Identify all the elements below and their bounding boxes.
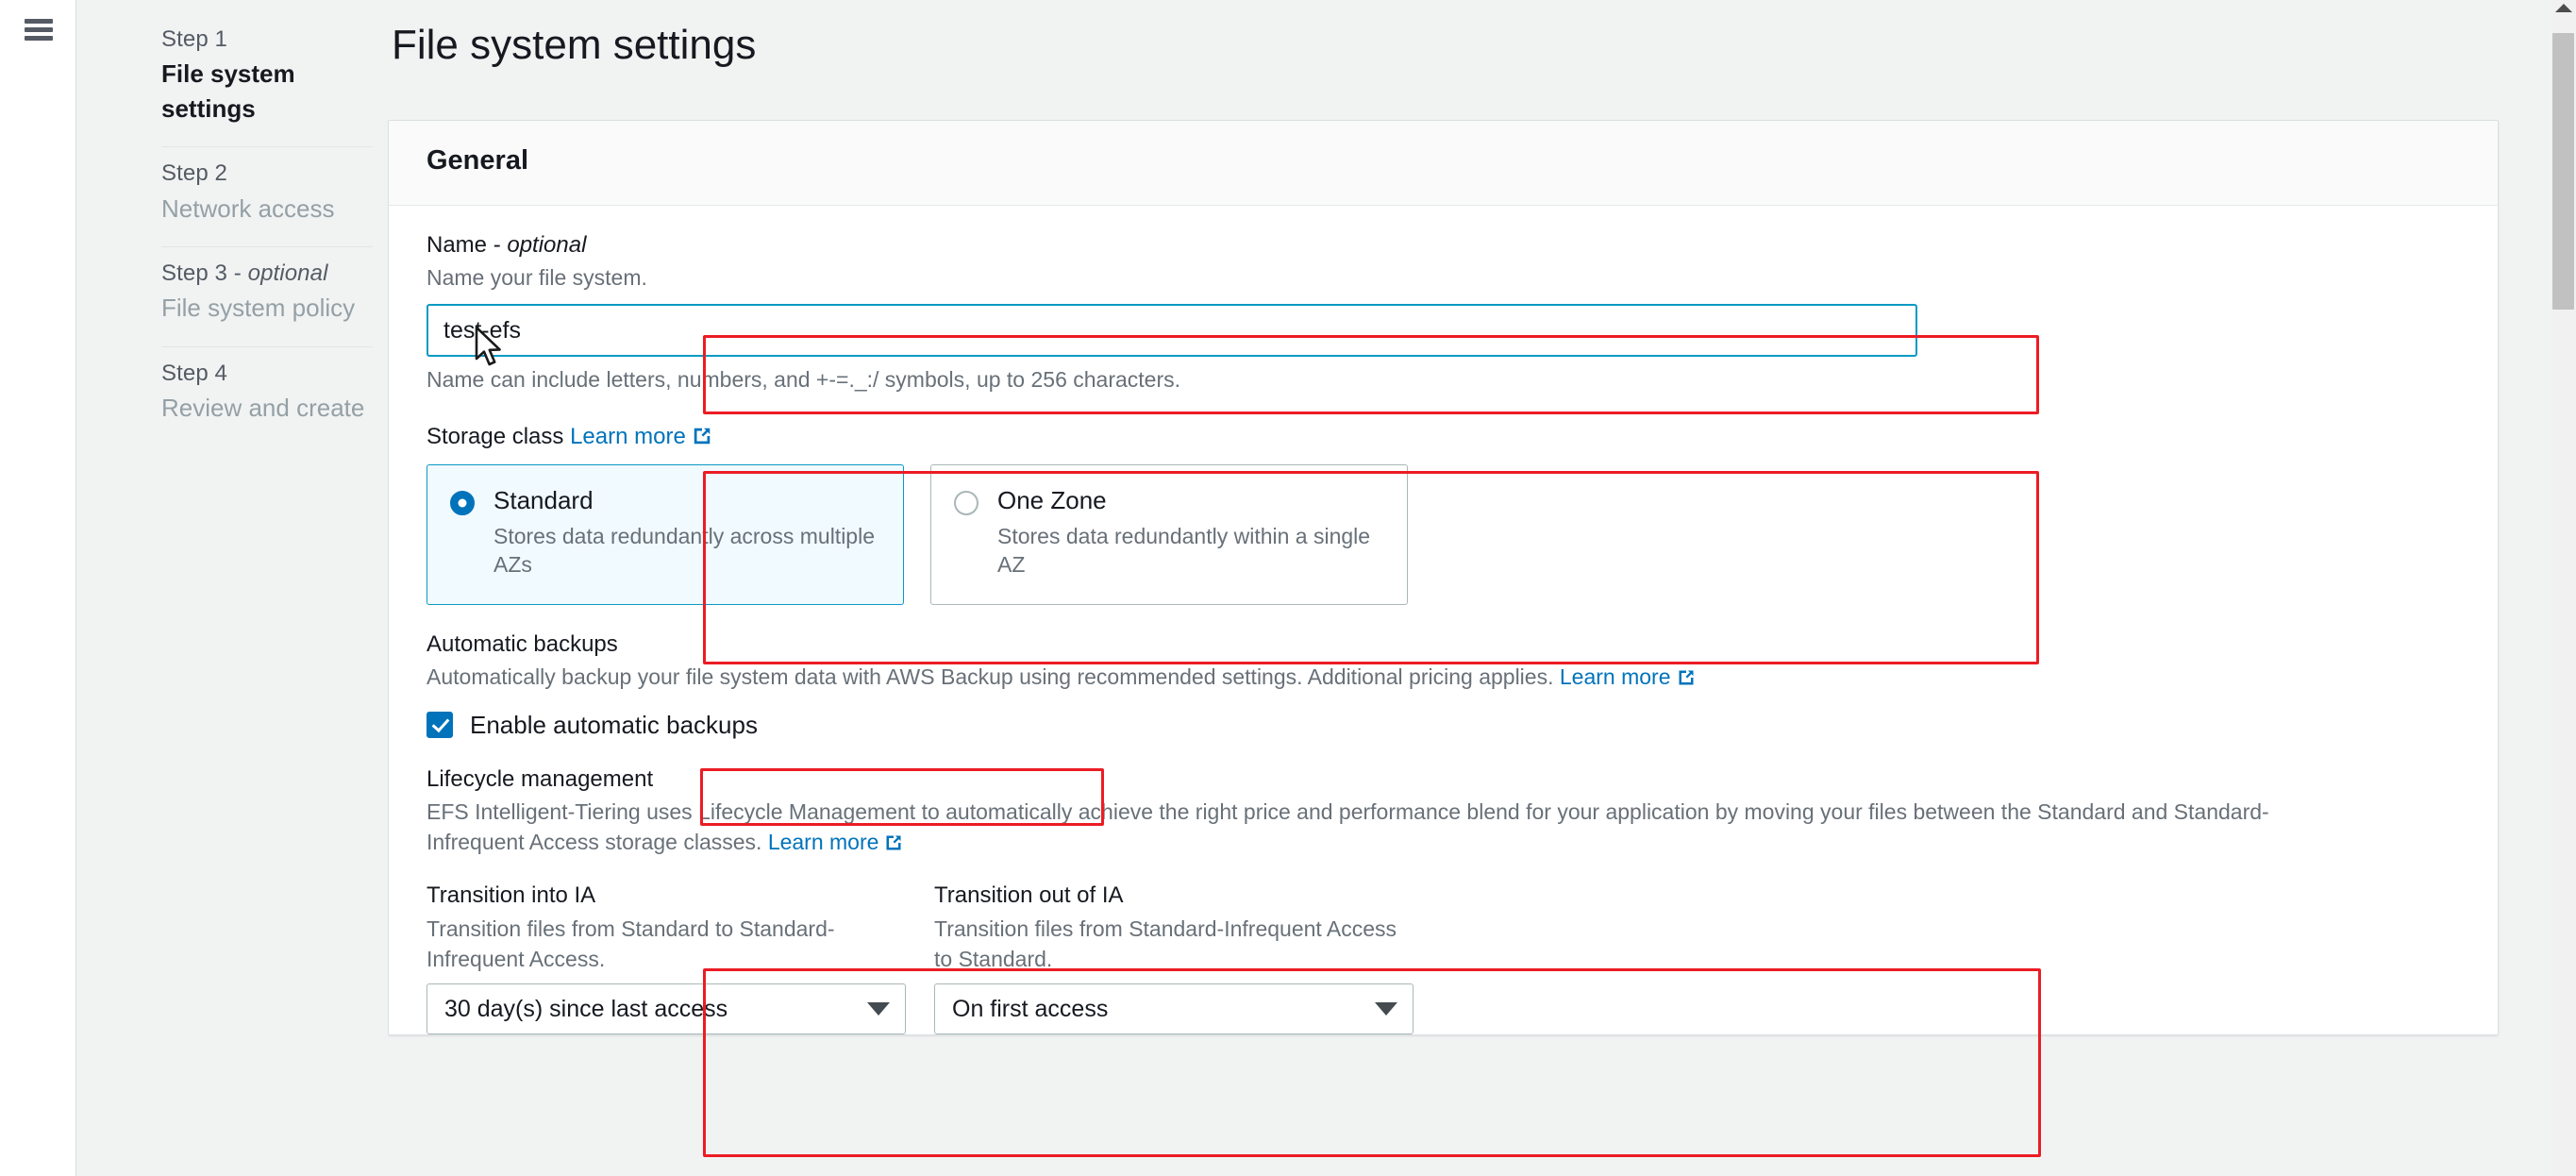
enable-automatic-backups-checkbox[interactable] bbox=[427, 712, 453, 738]
transition-out-of-ia-description: Transition files from Standard-Infrequen… bbox=[934, 916, 1397, 971]
radio-one-zone[interactable] bbox=[954, 490, 979, 515]
wizard-step-list: Step 1 File system settings Step 2 Netwo… bbox=[76, 13, 388, 446]
automatic-backups-description: Automatically backup your file system da… bbox=[427, 662, 2460, 695]
automatic-backups-description-text: Automatically backup your file system da… bbox=[427, 664, 1560, 690]
storage-class-option-title: Standard bbox=[493, 485, 594, 514]
enable-automatic-backups-row[interactable]: Enable automatic backups bbox=[427, 711, 2460, 740]
general-settings-card: General Name - optional Name your file s… bbox=[388, 119, 2499, 1036]
transition-into-ia-column: Transition into IA Transition files from… bbox=[427, 881, 906, 1035]
name-optional-tag: optional bbox=[507, 231, 587, 258]
transition-out-of-ia-column: Transition out of IA Transition files fr… bbox=[934, 881, 1413, 1035]
lifecycle-management-description-text: EFS Intelligent-Tiering uses Lifecycle M… bbox=[427, 798, 2269, 855]
step-label: File system policy bbox=[161, 291, 373, 325]
radio-standard[interactable] bbox=[450, 490, 475, 515]
left-rail bbox=[0, 0, 76, 1176]
vertical-scrollbar[interactable] bbox=[2551, 0, 2576, 1176]
step-label: Network access bbox=[161, 193, 335, 223]
automatic-backups-group: Automatic backups Automatically backup y… bbox=[427, 630, 2460, 740]
transition-out-of-ia-value: On first access bbox=[952, 995, 1109, 1022]
scroll-up-arrow-icon[interactable] bbox=[2554, 4, 2572, 12]
external-link-icon bbox=[884, 830, 903, 860]
step-number-text: Step 2 bbox=[161, 160, 227, 187]
name-field-hint: Name can include letters, numbers, and +… bbox=[427, 367, 1181, 393]
page-title: File system settings bbox=[392, 22, 757, 68]
hamburger-bar bbox=[25, 27, 53, 32]
lifecycle-management-group: Lifecycle management EFS Intelligent-Tie… bbox=[427, 764, 2460, 1035]
transition-into-ia-description: Transition files from Standard to Standa… bbox=[427, 916, 835, 971]
transition-columns: Transition into IA Transition files from… bbox=[427, 881, 2460, 1035]
storage-class-option-title: One Zone bbox=[997, 485, 1107, 514]
sidebar-step-file-system-policy[interactable]: Step 3 - optional File system policy bbox=[161, 247, 373, 347]
storage-class-label-text: Storage class bbox=[427, 423, 564, 449]
lifecycle-management-description: EFS Intelligent-Tiering uses Lifecycle M… bbox=[427, 797, 2361, 860]
storage-class-group: Storage class Learn more Standard Stores… bbox=[427, 422, 2460, 605]
storage-class-option-description: Stores data redundantly across multiple … bbox=[493, 524, 875, 578]
storage-class-option-description: Stores data redundantly within a single … bbox=[997, 524, 1371, 578]
transition-out-of-ia-label: Transition out of IA bbox=[934, 882, 1124, 909]
name-label-text: Name - bbox=[427, 231, 508, 258]
learn-more-text: Learn more bbox=[1559, 664, 1671, 690]
card-body: Name - optional Name your file system. N… bbox=[389, 205, 2498, 1035]
storage-class-label: Storage class Learn more bbox=[427, 422, 2460, 455]
lifecycle-management-label: Lifecycle management bbox=[427, 765, 654, 792]
learn-more-text: Learn more bbox=[570, 423, 686, 449]
transition-out-of-ia-select[interactable]: On first access bbox=[934, 983, 1413, 1035]
name-field-description: Name your file system. bbox=[427, 265, 647, 291]
step-number: Step 3 - optional bbox=[161, 259, 373, 289]
card-header: General bbox=[389, 120, 2498, 206]
learn-more-text: Learn more bbox=[767, 830, 879, 855]
storage-class-options: Standard Stores data redundantly across … bbox=[427, 463, 2460, 605]
card-header-title: General bbox=[427, 144, 528, 176]
step-number: Step 4 bbox=[161, 359, 373, 389]
step-label: File system settings bbox=[161, 59, 295, 123]
file-system-name-input[interactable] bbox=[427, 304, 1917, 358]
scrollbar-thumb[interactable] bbox=[2552, 33, 2574, 310]
step-label-text: Review and create bbox=[161, 394, 365, 423]
external-link-icon bbox=[692, 425, 712, 455]
sidebar-step-review-and-create[interactable]: Step 4 Review and create bbox=[161, 347, 373, 446]
chevron-down-icon bbox=[867, 1002, 890, 1016]
transition-into-ia-label: Transition into IA bbox=[427, 882, 596, 909]
step-number-text: Step 3 - bbox=[161, 260, 248, 286]
chevron-down-icon bbox=[1375, 1002, 1397, 1016]
step-number: Step 1 bbox=[161, 25, 373, 55]
automatic-backups-label: Automatic backups bbox=[427, 630, 618, 657]
hamburger-menu-icon[interactable] bbox=[25, 19, 53, 41]
main-content: File system settings General Name - opti… bbox=[388, 0, 2576, 1176]
storage-class-option-one-zone[interactable]: One Zone Stores data redundantly within … bbox=[930, 463, 1408, 605]
sidebar-step-file-system-settings[interactable]: Step 1 File system settings bbox=[161, 13, 373, 148]
hamburger-bar bbox=[25, 36, 53, 41]
step-number-text: Step 1 bbox=[161, 26, 227, 52]
transition-into-ia-select[interactable]: 30 day(s) since last access bbox=[427, 983, 906, 1035]
external-link-icon bbox=[1677, 664, 1696, 695]
storage-class-learn-more-link[interactable]: Learn more bbox=[570, 424, 686, 449]
enable-automatic-backups-label: Enable automatic backups bbox=[470, 710, 758, 739]
step-optional-tag: optional bbox=[247, 260, 328, 286]
storage-class-option-standard[interactable]: Standard Stores data redundantly across … bbox=[427, 463, 904, 605]
hamburger-bar bbox=[25, 19, 53, 24]
step-number: Step 2 bbox=[161, 159, 373, 189]
sidebar-step-network-access[interactable]: Step 2 Network access bbox=[161, 147, 373, 247]
transition-into-ia-value: 30 day(s) since last access bbox=[444, 995, 728, 1022]
automatic-backups-learn-more-link[interactable]: Learn more bbox=[1560, 664, 1671, 689]
lifecycle-management-learn-more-link[interactable]: Learn more bbox=[768, 830, 879, 854]
name-field-label: Name - optional bbox=[427, 230, 2460, 260]
wizard-sidebar: Step 1 File system settings Step 2 Netwo… bbox=[76, 0, 388, 1176]
name-field-group: Name - optional Name your file system. N… bbox=[427, 230, 2460, 395]
step-label-text: File system policy bbox=[161, 294, 356, 323]
app-root: Step 1 File system settings Step 2 Netwo… bbox=[0, 0, 2576, 1176]
step-label: Review and create bbox=[161, 391, 373, 425]
page-title-wrap: File system settings bbox=[388, 0, 2576, 71]
step-number-text: Step 4 bbox=[161, 360, 227, 386]
